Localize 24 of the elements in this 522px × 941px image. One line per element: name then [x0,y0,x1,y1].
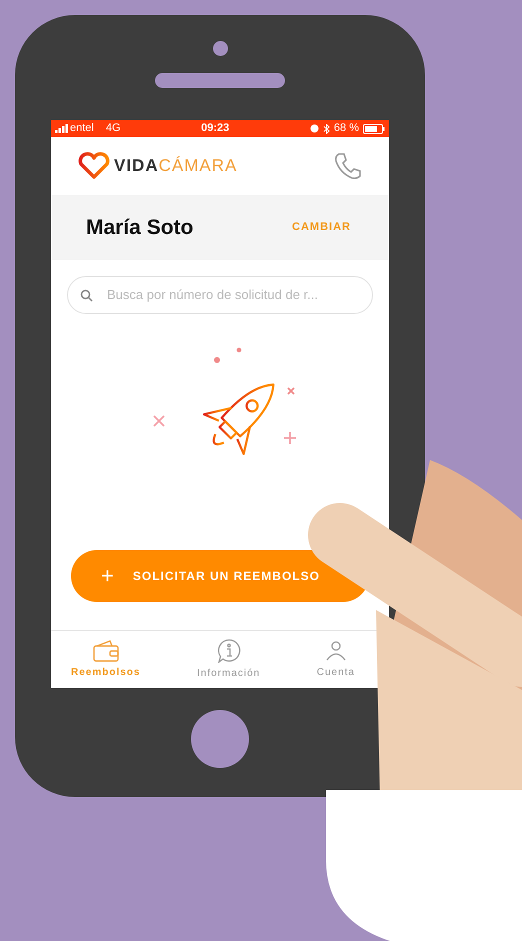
user-icon [324,640,347,662]
search-icon [80,288,93,302]
button-label: SOLICITAR UN REEMBOLSO [132,568,320,585]
brand-logo-text: VIDACÁMARA [114,155,238,178]
account-name: María Soto [86,214,194,241]
clock-text: 09:23 [201,121,230,136]
tab-bar-item[interactable]: Información [196,638,260,680]
info-icon [216,638,242,662]
heart-logo-icon [77,152,111,180]
plus-icon: + [101,565,115,587]
search-input[interactable]: Busca por número de solicitud de r... [107,285,360,305]
tab-bar-item[interactable]: Cuenta [316,640,355,680]
bluetooth-icon [322,124,330,134]
signal-icon [55,124,69,133]
battery-icon [362,124,385,134]
wallet-icon [92,640,119,662]
phone-call-button[interactable] [333,151,363,181]
tab-bar-item[interactable]: Reembolsos [71,640,140,680]
battery-text: 68 % [334,121,359,136]
carrier-text: entel [70,121,94,136]
search-field[interactable]: Busca por número de solicitud de r... [67,276,373,314]
change-account-link[interactable]: CAMBIAR [292,219,351,236]
phone-icon [333,151,363,181]
network-text: 4G [106,121,121,136]
